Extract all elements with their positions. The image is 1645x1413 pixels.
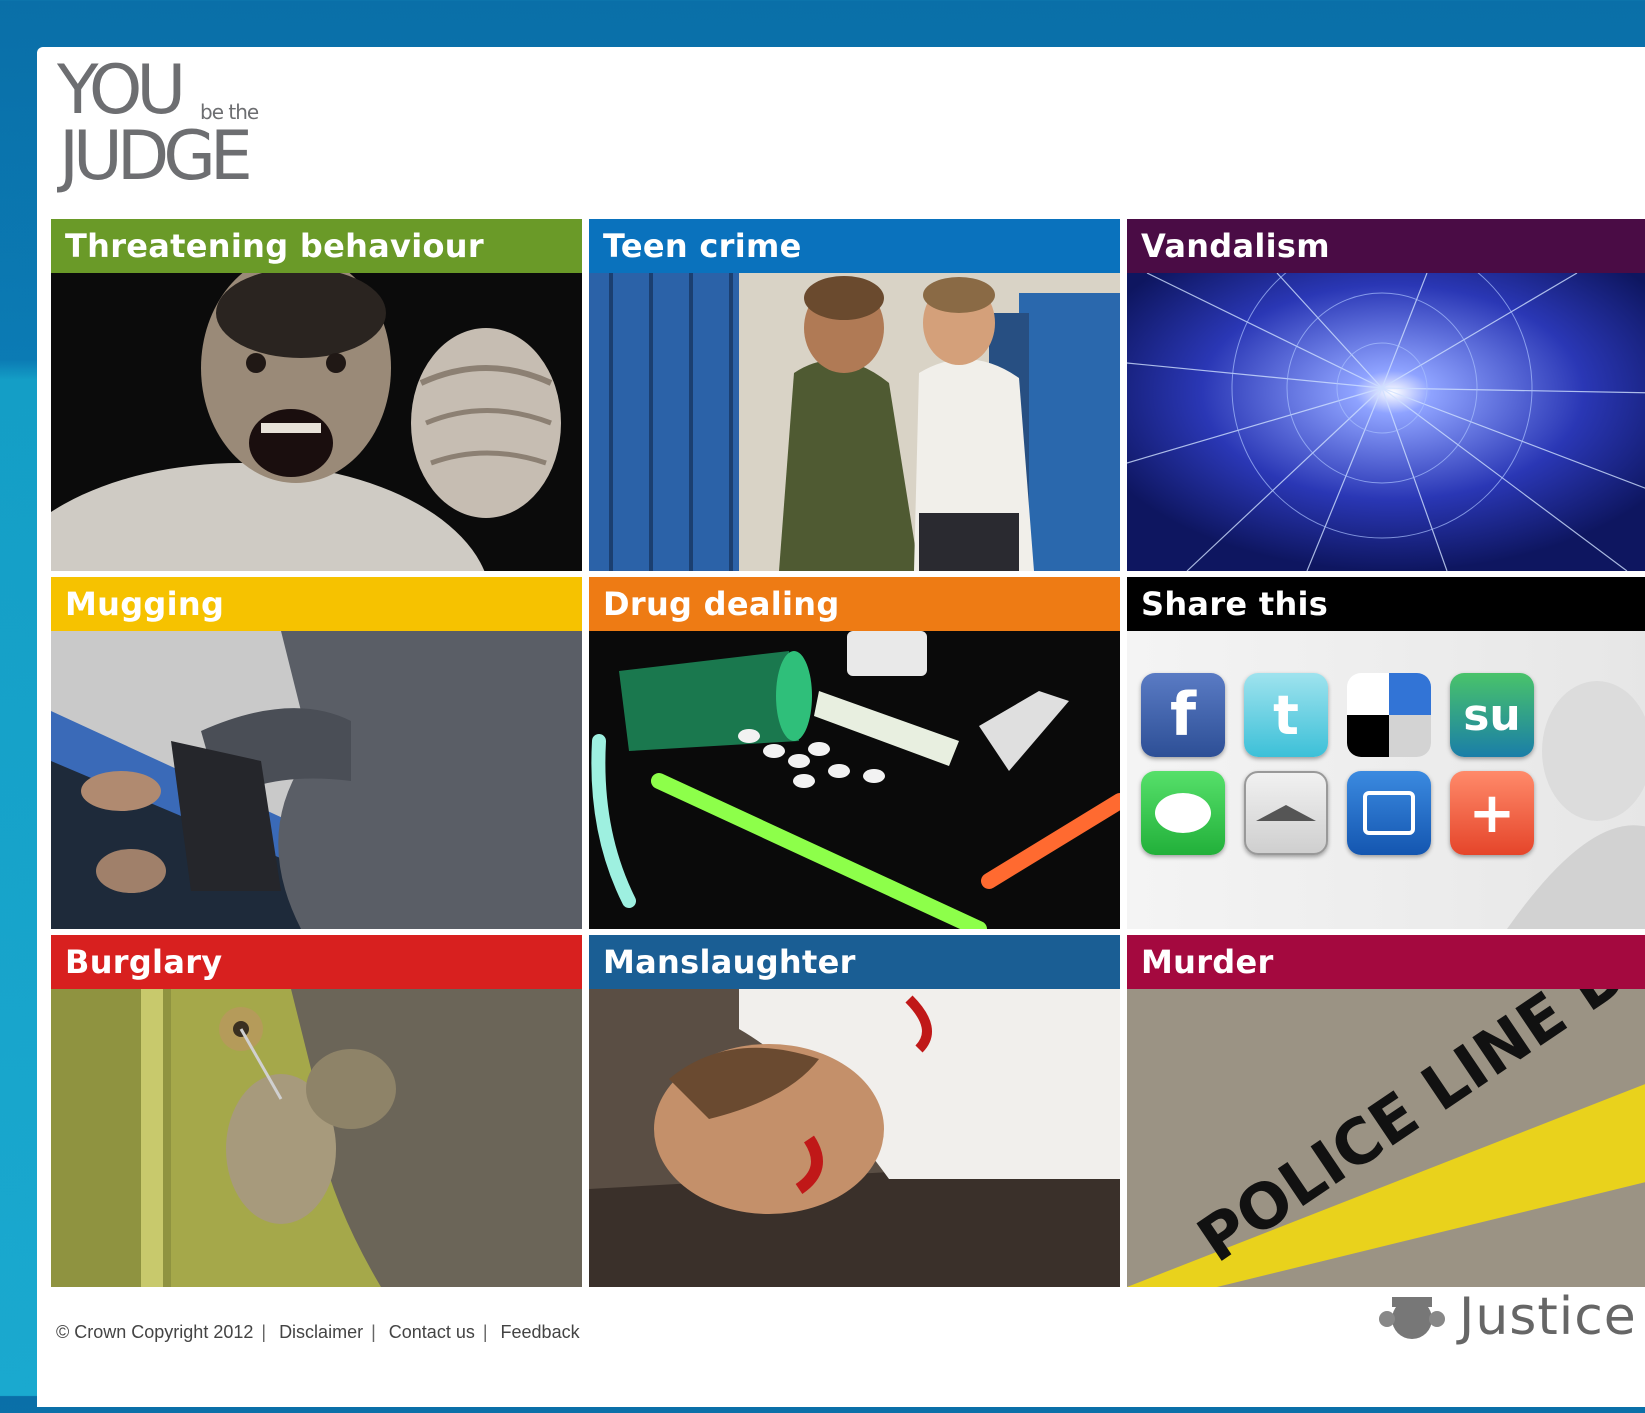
- tile-title: Murder: [1127, 935, 1645, 989]
- feedback-link[interactable]: Feedback: [501, 1322, 580, 1342]
- tile-title: Vandalism: [1127, 219, 1645, 273]
- share-this-panel: Share this f t su +: [1127, 577, 1645, 929]
- stumbleupon-icon[interactable]: su: [1450, 673, 1534, 757]
- separator: |: [371, 1322, 376, 1342]
- you-be-the-judge-logo[interactable]: YOU be the JUDGE: [57, 55, 287, 205]
- tile-title: Threatening behaviour: [51, 219, 582, 273]
- tile-manslaughter[interactable]: Manslaughter: [589, 935, 1120, 1287]
- graduation-cap-icon[interactable]: [1244, 771, 1328, 855]
- tile-burglary[interactable]: Burglary: [51, 935, 582, 1287]
- teen-fight-photo: [589, 273, 1120, 571]
- justice-text: Justice: [1459, 1287, 1637, 1347]
- tile-teen-crime[interactable]: Teen crime: [589, 219, 1120, 571]
- tile-vandalism[interactable]: Vandalism: [1127, 219, 1645, 571]
- drugs-photo: [589, 631, 1120, 929]
- footer-links: © Crown Copyright 2012 | Disclaimer | Cont…: [56, 1322, 588, 1413]
- burglary-photo: [51, 989, 582, 1287]
- manslaughter-photo: [589, 989, 1120, 1287]
- mugging-photo: [51, 631, 582, 929]
- share-this-title: Share this: [1127, 577, 1645, 631]
- tile-title: Manslaughter: [589, 935, 1120, 989]
- tile-title: Mugging: [51, 577, 582, 631]
- twitter-icon[interactable]: t: [1244, 673, 1328, 757]
- separator: |: [482, 1322, 488, 1342]
- justice-logo[interactable]: Justice: [1377, 1287, 1637, 1347]
- separator: |: [261, 1322, 267, 1342]
- tile-murder[interactable]: Murder POLICE LINE DO: [1127, 935, 1645, 1287]
- main-panel: YOU be the JUDGE Threatening behaviour T…: [37, 47, 1645, 1407]
- disclaimer-link[interactable]: Disclaimer: [279, 1322, 363, 1342]
- facebook-icon[interactable]: f: [1141, 673, 1225, 757]
- police-tape-photo: POLICE LINE DO: [1127, 989, 1645, 1287]
- copyright-text: © Crown Copyright 2012: [56, 1322, 254, 1342]
- svg-text:JUDGE: JUDGE: [57, 117, 249, 196]
- tile-mugging[interactable]: Mugging: [51, 577, 582, 929]
- share-this-background: f t su +: [1127, 631, 1645, 929]
- angry-man-photo: [51, 273, 582, 571]
- shattered-glass-photo: [1127, 273, 1645, 571]
- royal-crest-icon: [1379, 1297, 1445, 1339]
- tile-threatening-behaviour[interactable]: Threatening behaviour: [51, 219, 582, 571]
- tile-title: Teen crime: [589, 219, 1120, 273]
- tile-drug-dealing[interactable]: Drug dealing: [589, 577, 1120, 929]
- contact-us-link[interactable]: Contact us: [389, 1322, 475, 1342]
- delicious-icon[interactable]: [1347, 673, 1431, 757]
- message-icon[interactable]: [1141, 771, 1225, 855]
- add-plus-icon[interactable]: +: [1450, 771, 1534, 855]
- books-icon[interactable]: [1347, 771, 1431, 855]
- tile-title: Burglary: [51, 935, 582, 989]
- tile-title: Drug dealing: [589, 577, 1120, 631]
